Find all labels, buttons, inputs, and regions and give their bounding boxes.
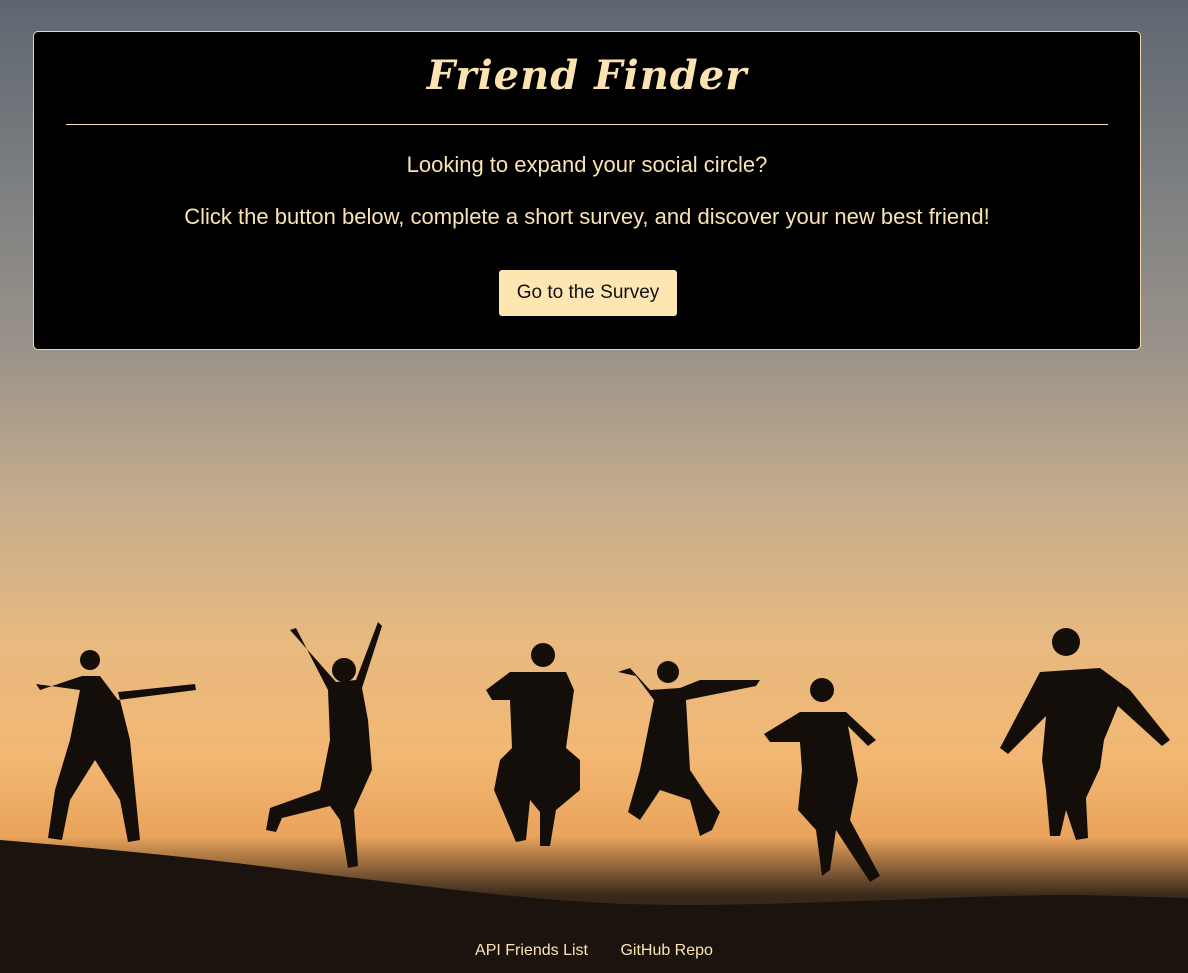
title-divider xyxy=(66,124,1108,125)
person-silhouette-6 xyxy=(1000,628,1170,840)
person-silhouette-1 xyxy=(36,650,196,842)
person-silhouette-3 xyxy=(486,643,580,846)
intro-panel: Friend Finder Looking to expand your soc… xyxy=(33,31,1141,350)
jumping-people-silhouettes xyxy=(36,622,1170,882)
github-repo-link[interactable]: GitHub Repo xyxy=(620,942,713,959)
go-to-survey-button[interactable]: Go to the Survey xyxy=(499,270,677,316)
person-silhouette-4 xyxy=(618,661,760,836)
api-friends-list-link[interactable]: API Friends List xyxy=(475,942,588,959)
tagline-text: Looking to expand your social circle? xyxy=(406,152,768,177)
footer-links: API Friends List GitHub Repo xyxy=(0,942,1188,960)
instructions-text: Click the button below, complete a short… xyxy=(184,204,990,229)
page-title: Friend Finder xyxy=(426,52,748,99)
person-silhouette-5 xyxy=(764,678,880,882)
person-silhouette-2 xyxy=(266,622,382,868)
